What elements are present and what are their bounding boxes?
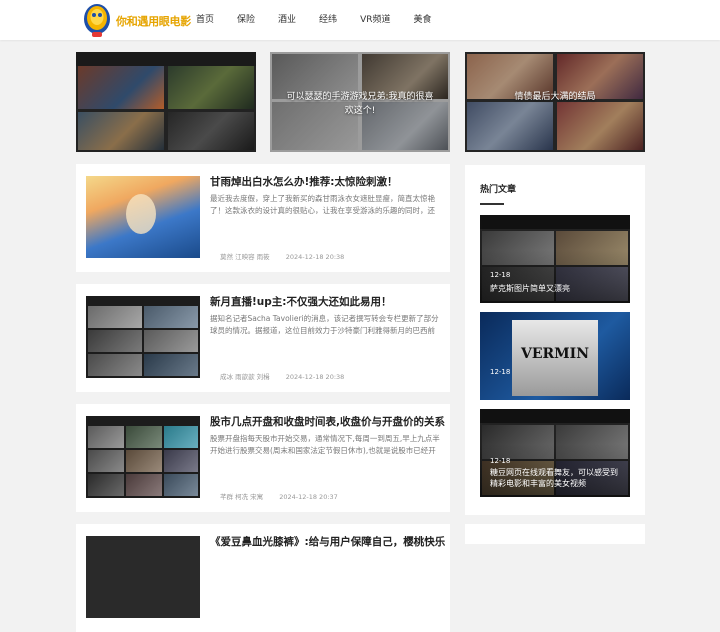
logo-text: 你和遇用眼电影 (116, 15, 191, 28)
article-title[interactable]: 《爱豆鼻血光膝裤》:给与用户保障自己，樱桃快乐 (210, 534, 445, 550)
article-thumbnail[interactable] (86, 176, 200, 258)
article-title[interactable]: 股市几点开盘和收盘时间表,收盘价与开盘价的关系 (210, 414, 445, 430)
hot-article-date: 12-18 (490, 368, 511, 376)
article-tags: 成冰 雨歆歆 刘楫 (220, 373, 270, 381)
article-meta: 芊群 柯冼 宋寓 2024-12-18 20:37 (220, 491, 338, 501)
nav-item-wine[interactable]: 酒业 (278, 0, 296, 40)
nav-item-jingwei[interactable]: 经纬 (319, 0, 337, 40)
hot-article-card[interactable]: 12-18 糖豆网页在线观看舞友，可以感受到精彩电影和丰富的美女视频 (480, 409, 630, 497)
article-card[interactable]: 股市几点开盘和收盘时间表,收盘价与开盘价的关系 股票开盘指每天股市开始交易，通常… (76, 404, 450, 512)
article-date: 2024-12-18 20:37 (279, 493, 338, 501)
article-excerpt: 据知名记者Sacha Tavolieri的消息，该记者撰写转会专栏更新了部分球员… (210, 314, 439, 335)
banner-card-1[interactable] (76, 52, 256, 152)
article-card[interactable]: 《爱豆鼻血光膝裤》:给与用户保障自己，樱桃快乐 (76, 524, 450, 632)
site-header: 你和遇用眼电影 首页 保险 酒业 经纬 VR频道 美食 (0, 0, 720, 40)
sidebar-next-widget (465, 524, 645, 544)
article-card[interactable]: 新月直播!up主:不仅强大还如此易用！ 据知名记者Sacha Tavolieri… (76, 284, 450, 392)
article-thumbnail[interactable] (86, 536, 200, 618)
site-logo[interactable]: 你和遇用眼电影 (80, 2, 191, 38)
article-thumbnail[interactable] (86, 296, 200, 378)
article-date: 2024-12-18 20:38 (285, 373, 345, 381)
article-meta: 莫然 江映容 雨筱 2024-12-18 20:38 (220, 251, 344, 261)
article-excerpt: 最近我去度假，穿上了我新买的森甘雨泳衣女遮肚显瘦，简直太惊艳了！这款泳衣的设计真… (210, 194, 435, 215)
sidebar-hot-articles: 热门文章 12-18 萨克斯图片简单又漂亮 VERMIN 12-18 12-18… (465, 165, 645, 515)
hot-article-title: 萨克斯图片简单又漂亮 (490, 284, 570, 293)
poster-title: VERMIN (520, 346, 589, 362)
banner-card-3[interactable]: 情债最后大满的结局 (465, 52, 645, 152)
hot-article-date: 12-18 (490, 271, 511, 279)
hot-article-card[interactable]: VERMIN 12-18 (480, 312, 630, 400)
sidebar-title-underline (480, 203, 504, 205)
nav-item-food[interactable]: 美食 (413, 0, 431, 40)
nav-item-home[interactable]: 首页 (196, 0, 214, 40)
nav-item-vr[interactable]: VR频道 (360, 0, 390, 40)
article-title[interactable]: 甘雨焯出白水怎么办!推荐:太惊险刺激！ (210, 174, 445, 190)
article-date: 2024-12-18 20:38 (285, 253, 345, 261)
banner-card-2[interactable]: 可以瑟瑟的手游游戏兄弟:我真的很喜欢这个! (270, 52, 450, 152)
hot-article-title: 糖豆网页在线观看舞友，可以感受到精彩电影和丰富的美女视频 (490, 468, 618, 488)
nav-item-insurance[interactable]: 保险 (237, 0, 255, 40)
logo-mascot-icon (84, 4, 110, 37)
banner-caption: 可以瑟瑟的手游游戏兄弟:我真的很喜欢这个! (286, 92, 434, 116)
article-meta: 成冰 雨歆歆 刘楫 2024-12-18 20:38 (220, 371, 344, 381)
thumbnail-artwork (92, 234, 142, 248)
main-nav: 首页 保险 酒业 经纬 VR频道 美食 (196, 0, 455, 40)
article-thumbnail[interactable] (86, 416, 200, 498)
article-tags: 莫然 江映容 雨筱 (220, 253, 270, 261)
hot-article-card[interactable]: 12-18 萨克斯图片简单又漂亮 (480, 215, 630, 303)
sidebar-title: 热门文章 (480, 185, 517, 195)
article-excerpt: 股票开盘指每天股市开始交易，通常情况下,每周一到周五,早上九点半开始进行股票交易… (210, 434, 440, 455)
hot-article-date: 12-18 (490, 457, 511, 465)
article-card[interactable]: 甘雨焯出白水怎么办!推荐:太惊险刺激！ 最近我去度假，穿上了我新买的森甘雨泳衣女… (76, 164, 450, 272)
banner-caption: 情债最后大满的结局 (514, 92, 596, 102)
article-title[interactable]: 新月直播!up主:不仅强大还如此易用！ (210, 294, 445, 310)
article-tags: 芊群 柯冼 宋寓 (220, 493, 264, 501)
